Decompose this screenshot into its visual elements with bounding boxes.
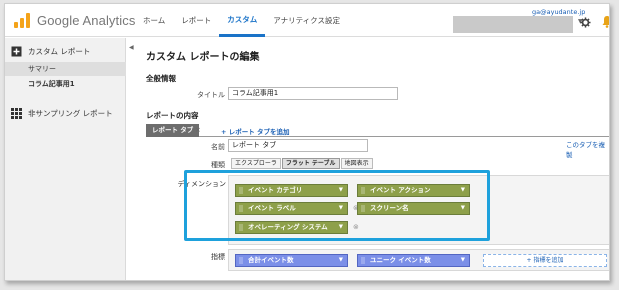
sidebar-item-label: カスタム レポート [28, 46, 91, 56]
chevron-down-icon[interactable]: ▼ [339, 255, 343, 266]
sidebar-item-unsampled[interactable]: 非サンプリング レポート [11, 106, 113, 120]
name-label: 名前 [211, 143, 225, 151]
top-bar: Google Analytics ホーム レポート カスタム アナリティクス設定… [5, 4, 609, 37]
sidebar-item-report-1[interactable]: コラム記事用1 [5, 77, 126, 91]
analytics-logo-icon [14, 13, 32, 28]
add-report-tab-link[interactable]: + レポート タブを追加 [221, 126, 289, 136]
close-icon[interactable]: × [195, 126, 201, 134]
account-selector[interactable] [453, 16, 573, 33]
metric-chip-label: ユニーク イベント数 [370, 256, 431, 264]
chevron-left-icon[interactable]: ◀ [129, 44, 134, 51]
type-tab-flat-table[interactable]: フラット テーブル [281, 158, 340, 169]
report-type-tabs: エクスプローラ フラット テーブル 地図表示 [231, 158, 374, 169]
notification-bell-icon[interactable] [602, 13, 609, 28]
analytics-window: Google Analytics ホーム レポート カスタム アナリティクス設定… [4, 3, 610, 281]
type-tab-map-overlay[interactable]: 地図表示 [340, 158, 373, 169]
highlight-box [184, 170, 490, 241]
main-nav: ホーム レポート カスタム アナリティクス設定 [135, 4, 348, 37]
nav-admin[interactable]: アナリティクス設定 [265, 4, 348, 37]
copy-tab-link[interactable]: このタブを複製 [566, 139, 609, 159]
drag-handle-icon[interactable] [361, 257, 365, 264]
title-input[interactable]: コラム記事用1 [228, 87, 398, 100]
metric-chip[interactable]: ユニーク イベント数 ▼ [357, 254, 470, 267]
sidebar-item-label: 非サンプリング レポート [28, 108, 113, 118]
google-analytics-logo[interactable]: Google Analytics [14, 13, 135, 28]
gear-icon[interactable] [580, 13, 591, 32]
sidebar: カスタム レポート サマリー コラム記事用1 非サンプリング レポート [5, 38, 126, 280]
grid-icon [11, 107, 22, 119]
custom-report-icon [11, 46, 22, 57]
nav-reports[interactable]: レポート [173, 4, 219, 37]
add-metric-button[interactable]: + 指標を追加 [483, 254, 607, 267]
drag-handle-icon[interactable] [239, 257, 243, 264]
nav-home[interactable]: ホーム [135, 4, 173, 37]
title-label: タイトル [197, 91, 225, 99]
metric-label: 指標 [211, 253, 225, 261]
metric-chip[interactable]: 合計イベント数 ▼ [235, 254, 348, 267]
account-email: ga@ayudante.jp [532, 8, 586, 16]
logo-text: Google Analytics [37, 13, 136, 28]
name-input[interactable]: レポート タブ [228, 139, 368, 152]
type-tab-explorer[interactable]: エクスプローラ [231, 158, 281, 169]
type-label: 種類 [211, 161, 225, 169]
main-content: カスタム レポートの編集 全般情報 タイトル コラム記事用1 レポートの内容 レ… [135, 38, 609, 280]
metric-chip-label: 合計イベント数 [248, 256, 294, 264]
nav-custom[interactable]: カスタム [219, 4, 266, 37]
screenshot-frame: Google Analytics ホーム レポート カスタム アナリティクス設定… [0, 0, 619, 290]
chevron-down-icon[interactable]: ▼ [461, 255, 465, 266]
sidebar-item-custom-reports[interactable]: カスタム レポート [11, 44, 90, 58]
general-section-title: 全般情報 [146, 74, 176, 83]
report-tab[interactable]: レポート タブ [146, 124, 200, 137]
page-title: カスタム レポートの編集 [146, 52, 260, 63]
sidebar-item-summary[interactable]: サマリー [5, 62, 126, 76]
content-section-title: レポートの内容 [146, 111, 199, 120]
report-tab-bar [146, 124, 609, 137]
